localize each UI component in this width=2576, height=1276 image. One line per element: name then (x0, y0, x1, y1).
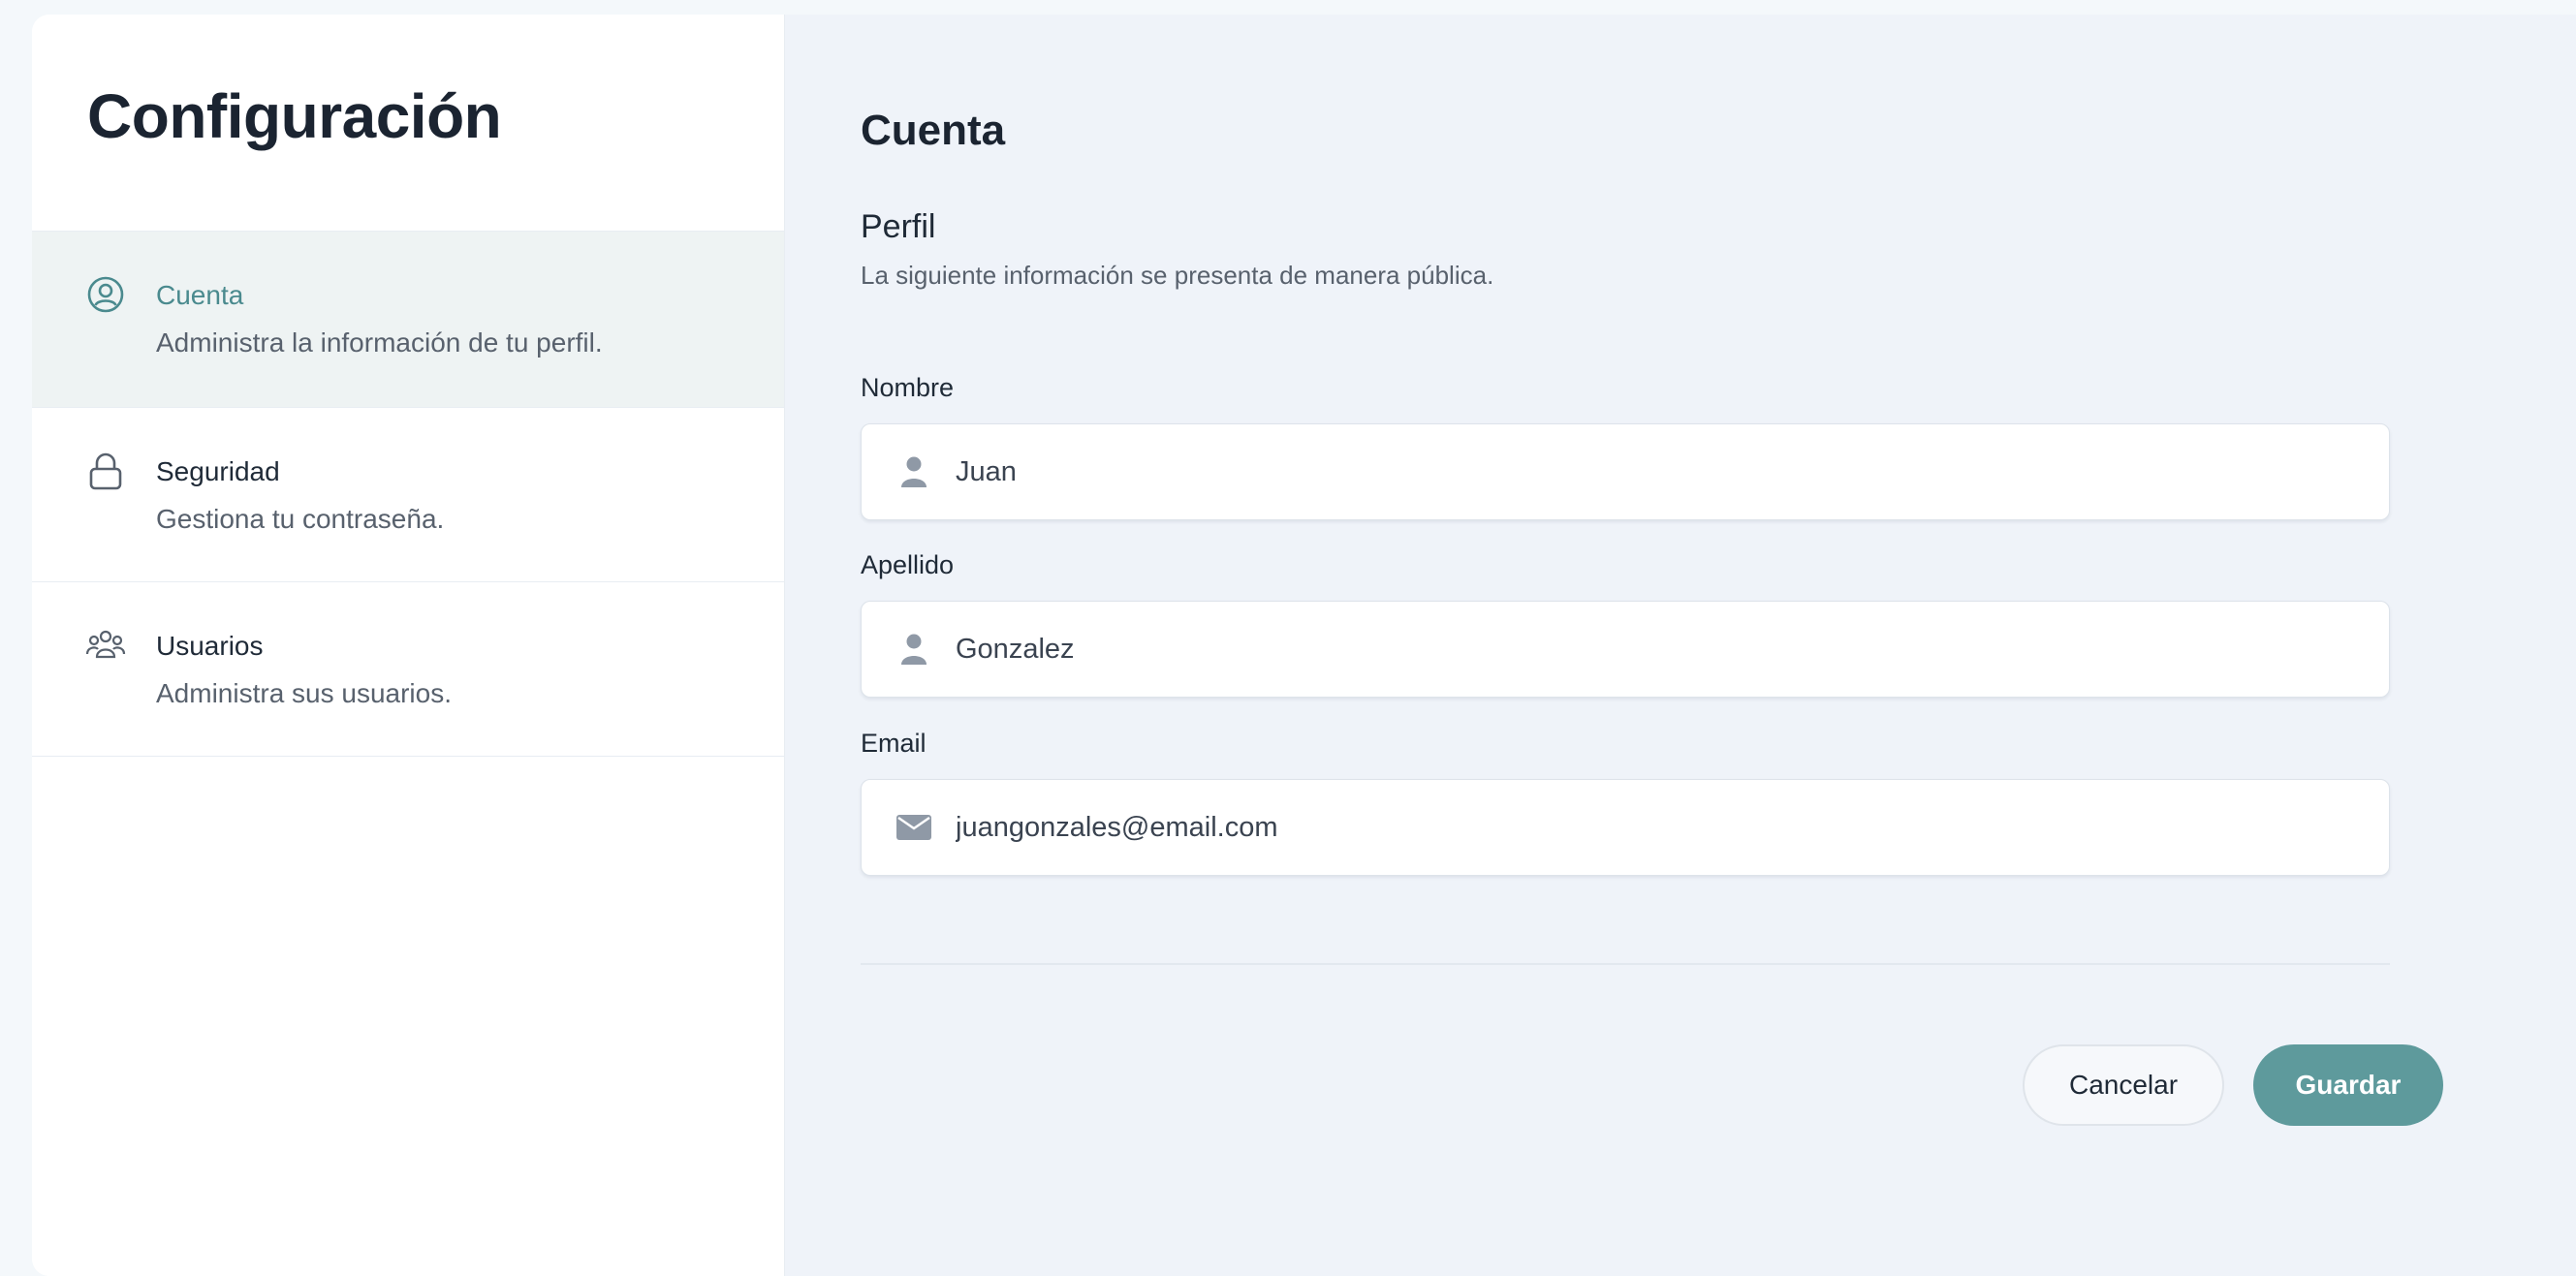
users-icon (85, 625, 126, 666)
page-title: Cuenta (861, 107, 1006, 154)
sidebar-item-label: Usuarios (156, 631, 264, 661)
sidebar-title: Configuración (87, 81, 502, 151)
first-name-label: Nombre (861, 373, 955, 402)
sidebar-item-seguridad[interactable]: Seguridad Gestiona tu contraseña. (32, 408, 784, 582)
settings-window: Configuración Cuenta Administra la infor… (32, 15, 2576, 1276)
email-label: Email (861, 729, 927, 758)
email-field[interactable] (861, 779, 2390, 876)
person-icon (896, 632, 931, 667)
lock-icon (85, 451, 126, 491)
sidebar-item-description: Gestiona tu contraseña. (156, 504, 445, 534)
person-icon (896, 454, 931, 489)
save-button[interactable]: Guardar (2253, 1044, 2443, 1126)
last-name-field[interactable] (861, 601, 2390, 698)
sidebar-item-label: Cuenta (156, 280, 244, 310)
section-description: La siguiente información se presenta de … (861, 261, 1494, 290)
email-field-group: Email (861, 727, 2390, 876)
first-name-field[interactable] (861, 423, 2390, 520)
first-name-field-group: Nombre (861, 371, 2390, 520)
section-title: Perfil (861, 208, 936, 245)
main-panel: Cuenta Perfil La siguiente información s… (785, 15, 2576, 1276)
sidebar-item-description: Administra la información de tu perfil. (156, 327, 603, 358)
last-name-input[interactable] (956, 633, 2312, 666)
form-divider (861, 963, 2390, 965)
sidebar-item-label: Seguridad (156, 456, 280, 486)
last-name-field-group: Apellido (861, 548, 2390, 698)
sidebar-item-usuarios[interactable]: Usuarios Administra sus usuarios. (32, 582, 784, 757)
first-name-input[interactable] (956, 455, 2312, 488)
last-name-label: Apellido (861, 550, 955, 579)
sidebar-item-description: Administra sus usuarios. (156, 678, 453, 708)
sidebar-item-cuenta[interactable]: Cuenta Administra la información de tu p… (32, 232, 784, 408)
user-circle-icon (85, 274, 126, 315)
sidebar-header: Configuración (32, 15, 784, 232)
cancel-button[interactable]: Cancelar (2023, 1044, 2224, 1126)
sidebar: Configuración Cuenta Administra la infor… (32, 15, 785, 1276)
envelope-icon (896, 810, 931, 845)
email-input[interactable] (956, 811, 2312, 844)
